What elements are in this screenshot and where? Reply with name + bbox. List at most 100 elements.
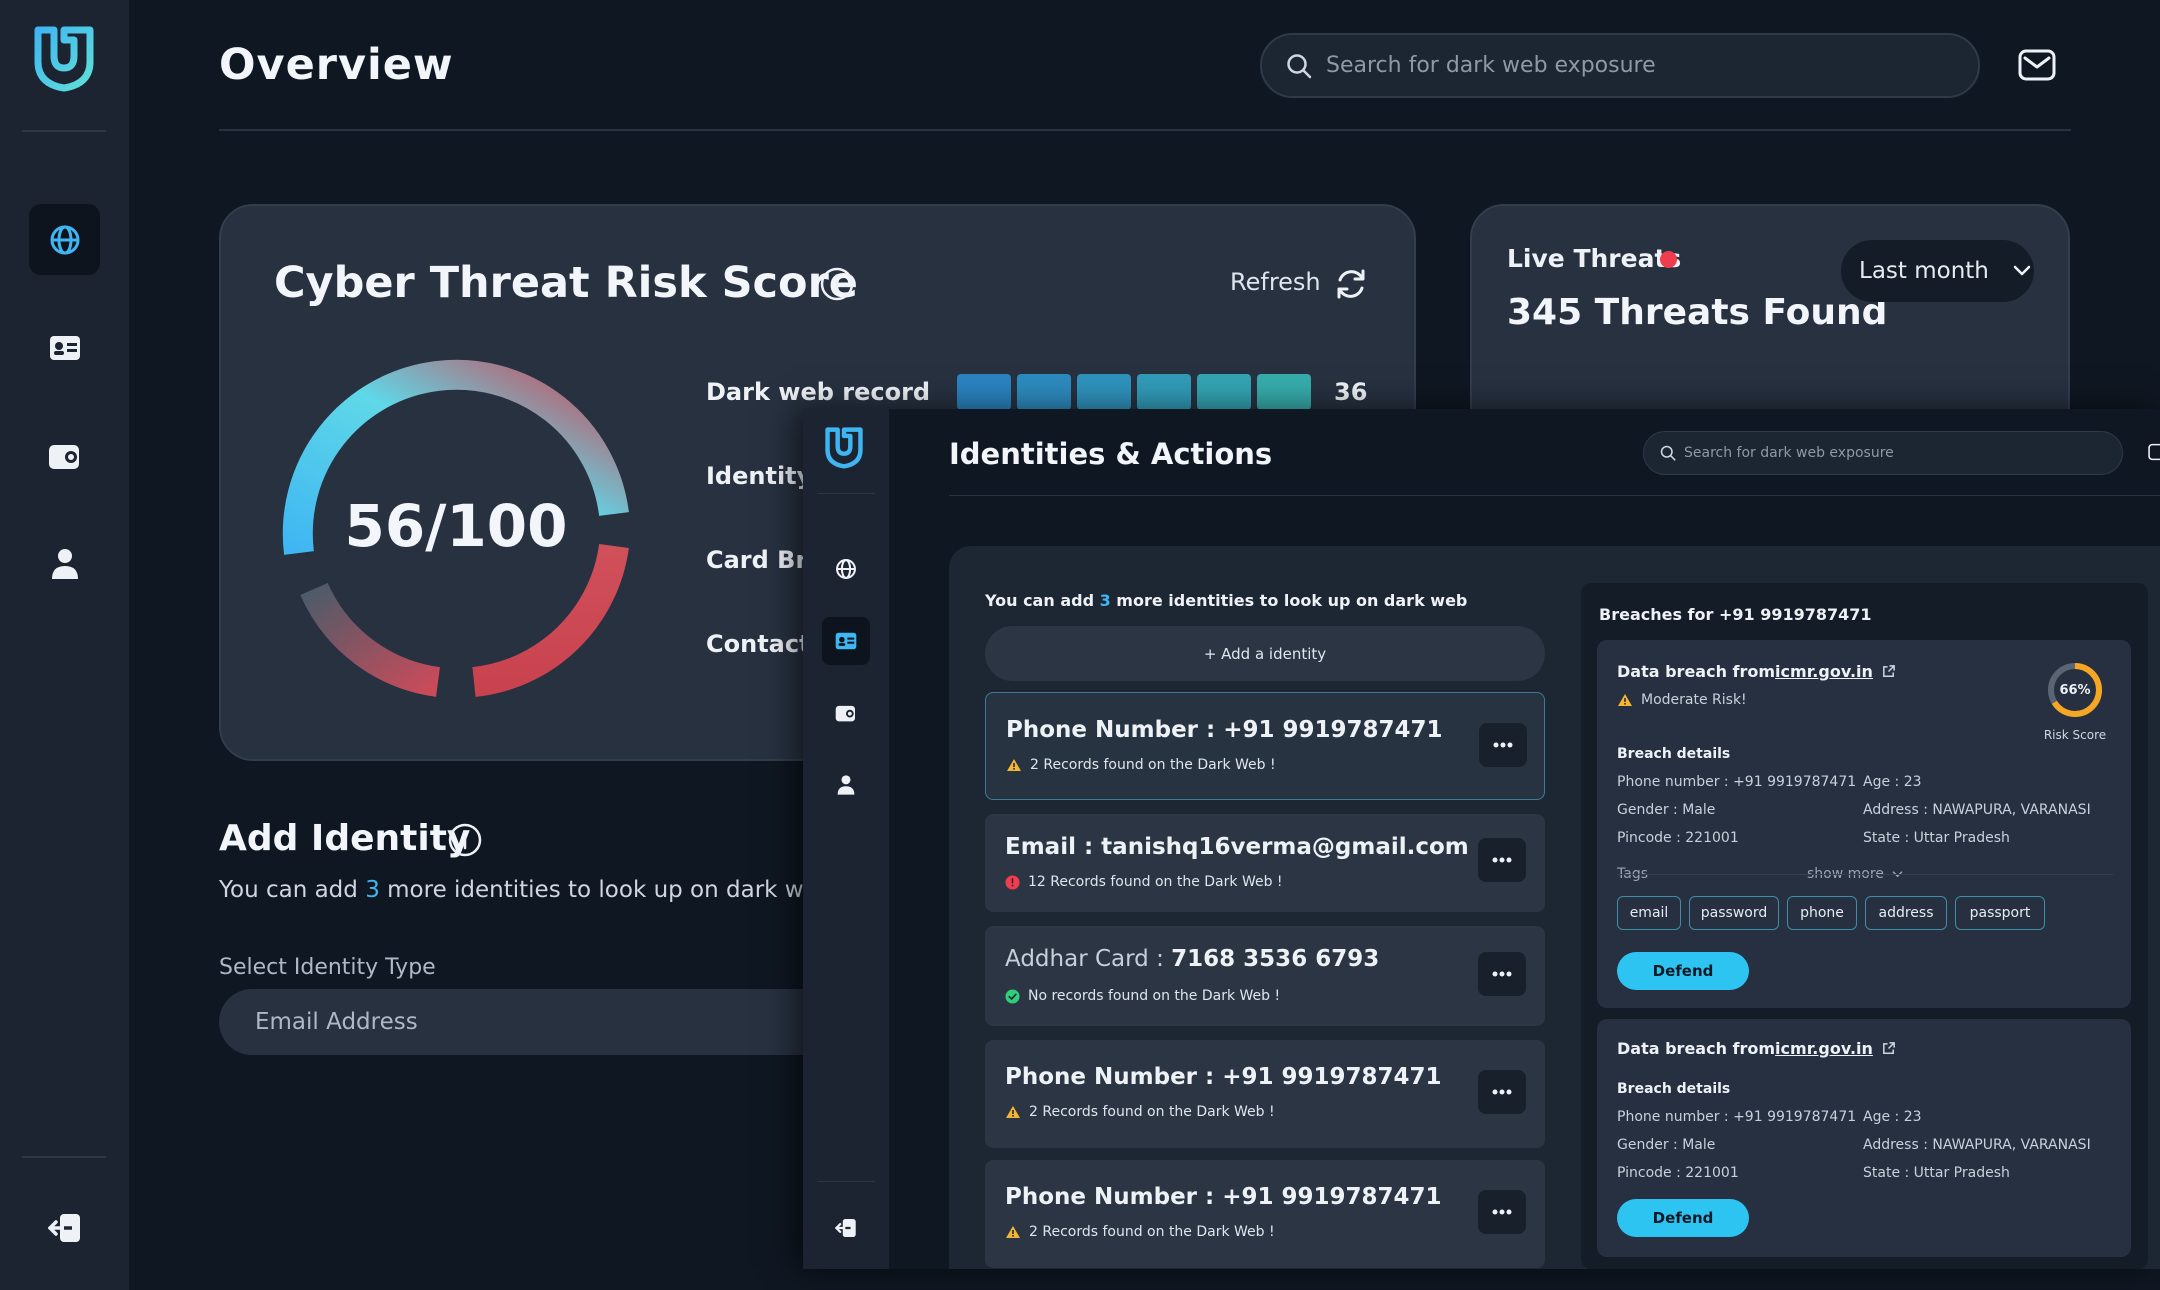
add-identity-title: Add Identity bbox=[219, 818, 471, 859]
breach-title: Data breach from icmr.gov.in bbox=[1617, 662, 1896, 681]
breach-gender: Gender : Male bbox=[1617, 802, 1716, 818]
identity-card[interactable]: Phone Number : +91 9919787471 2 Records … bbox=[985, 1160, 1545, 1268]
identity-card[interactable]: Phone Number : +91 9919787471 2 Records … bbox=[985, 1040, 1545, 1148]
external-link-icon[interactable] bbox=[1881, 1041, 1896, 1056]
id-card-icon bbox=[835, 632, 857, 650]
breach-state: State : Uttar Pradesh bbox=[1863, 830, 2010, 846]
tag[interactable]: phone bbox=[1787, 896, 1857, 930]
identities-panel: You can add 3 more identities to look up… bbox=[949, 546, 2160, 1269]
refresh-button[interactable]: Refresh bbox=[1230, 268, 1321, 296]
identity-card[interactable]: Email : tanishq16verma@gmail.com 12 Reco… bbox=[985, 814, 1545, 912]
identity-status: 12 Records found on the Dark Web ! bbox=[1005, 874, 1283, 890]
breach-gender: Gender : Male bbox=[1617, 1137, 1716, 1153]
logout-button[interactable] bbox=[822, 1204, 870, 1252]
more-icon bbox=[1492, 1089, 1512, 1095]
add-identity-button[interactable]: + Add a identity bbox=[985, 626, 1545, 681]
wallet-icon bbox=[835, 705, 855, 722]
defend-button[interactable]: Defend bbox=[1617, 1199, 1749, 1237]
header-divider bbox=[949, 495, 2160, 496]
user-icon bbox=[51, 548, 78, 579]
info-icon[interactable] bbox=[447, 822, 483, 862]
period-dropdown[interactable]: Last month bbox=[1841, 240, 2034, 302]
bar-segment bbox=[1077, 374, 1131, 410]
period-value: Last month bbox=[1859, 258, 1989, 284]
warning-icon bbox=[1618, 694, 1632, 706]
sidebar-item-identities[interactable] bbox=[822, 617, 870, 665]
identity-name: Phone Number : +91 9919787471 bbox=[1006, 717, 1443, 743]
breach-title: Data breach from icmr.gov.in bbox=[1617, 1039, 1896, 1058]
info-icon[interactable] bbox=[819, 266, 855, 306]
bar-segment bbox=[1017, 374, 1071, 410]
more-options-button[interactable] bbox=[1478, 1190, 1526, 1234]
breach-age: Age : 23 bbox=[1863, 774, 1922, 790]
identity-card[interactable]: Phone Number : +91 9919787471 2 Records … bbox=[985, 692, 1545, 800]
sidebar-divider bbox=[817, 1181, 875, 1182]
tag[interactable]: email bbox=[1617, 896, 1681, 930]
sidebar-item-profile[interactable] bbox=[29, 528, 100, 599]
more-options-button[interactable] bbox=[1479, 723, 1527, 767]
sidebar-item-wallet[interactable] bbox=[822, 689, 870, 737]
check-icon bbox=[1005, 988, 1020, 1004]
dark-web-segment-bar bbox=[957, 374, 1311, 410]
id-card-icon bbox=[49, 335, 80, 360]
messages-button[interactable] bbox=[2018, 49, 2056, 83]
defend-button[interactable]: Defend bbox=[1617, 952, 1749, 990]
search-input[interactable]: Search for dark web exposure bbox=[1260, 33, 1980, 98]
sidebar-item-identities[interactable] bbox=[29, 312, 100, 383]
identity-status: 2 Records found on the Dark Web ! bbox=[1005, 1224, 1275, 1240]
logout-icon bbox=[47, 1213, 80, 1242]
sidebar-item-wallet[interactable] bbox=[29, 420, 100, 491]
risk-score-percent: 66% bbox=[2059, 682, 2091, 698]
breach-source-link[interactable]: icmr.gov.in bbox=[1775, 1039, 1873, 1058]
identity-status: No records found on the Dark Web ! bbox=[1005, 988, 1280, 1004]
breach-phone: Phone number : +91 9919787471 bbox=[1617, 774, 1857, 790]
threat-count: 345 Threats Found bbox=[1507, 292, 1888, 333]
identity-name: Phone Number : +91 9919787471 bbox=[1005, 1064, 1442, 1090]
metric-label-dark-web: Dark web record bbox=[706, 378, 931, 406]
tag[interactable]: passport bbox=[1955, 896, 2045, 930]
mail-icon[interactable] bbox=[2148, 443, 2160, 465]
sidebar-item-profile[interactable] bbox=[822, 761, 870, 809]
breach-state: State : Uttar Pradesh bbox=[1863, 1165, 2010, 1181]
shield-logo-icon bbox=[34, 26, 94, 92]
identity-name: Phone Number : +91 9919787471 bbox=[1005, 1184, 1442, 1210]
more-options-button[interactable] bbox=[1478, 952, 1526, 996]
search-input[interactable]: Search for dark web exposure bbox=[1643, 431, 2123, 475]
identity-card[interactable]: Addhar Card : 7168 3536 6793 No records … bbox=[985, 926, 1545, 1026]
user-icon bbox=[837, 775, 855, 795]
risk-score-gauge: 56/100 bbox=[276, 346, 636, 710]
sidebar-item-globe[interactable] bbox=[822, 545, 870, 593]
tag[interactable]: address bbox=[1865, 896, 1947, 930]
external-link-icon[interactable] bbox=[1881, 664, 1896, 679]
breach-pincode: Pincode : 221001 bbox=[1617, 830, 1739, 846]
dark-web-record-count: 36 bbox=[1334, 378, 1368, 406]
search-icon bbox=[1287, 53, 1312, 78]
live-threats-title: Live Threats bbox=[1507, 244, 1682, 273]
breach-age: Age : 23 bbox=[1863, 1109, 1922, 1125]
identity-type-select[interactable]: Email Address bbox=[219, 989, 839, 1055]
breach-source-link[interactable]: icmr.gov.in bbox=[1775, 662, 1873, 681]
sidebar-divider bbox=[817, 493, 875, 494]
chevron-down-icon bbox=[2013, 265, 2031, 276]
search-placeholder: Search for dark web exposure bbox=[1326, 53, 1656, 78]
identities-actions-window: Identities & Actions Search for dark web… bbox=[803, 409, 2160, 1269]
alert-icon bbox=[1005, 874, 1020, 890]
warning-icon bbox=[1007, 759, 1021, 771]
metric-label-contact: Contact bbox=[706, 630, 811, 658]
identities-hint: You can add 3 more identities to look up… bbox=[985, 591, 1468, 610]
identity-name: Email : tanishq16verma@gmail.com bbox=[1005, 834, 1469, 860]
sidebar-item-globe[interactable] bbox=[29, 204, 100, 275]
search-icon bbox=[1660, 445, 1676, 461]
refresh-icon[interactable] bbox=[1333, 266, 1369, 306]
shield-logo-icon bbox=[825, 427, 863, 473]
tag[interactable]: password bbox=[1689, 896, 1779, 930]
more-options-button[interactable] bbox=[1478, 1070, 1526, 1114]
search-placeholder: Search for dark web exposure bbox=[1684, 445, 1894, 461]
logout-button[interactable] bbox=[29, 1192, 100, 1263]
identity-name: Addhar Card : 7168 3536 6793 bbox=[1005, 946, 1380, 972]
globe-icon bbox=[50, 225, 79, 254]
page-title: Overview bbox=[219, 40, 454, 90]
overlay-sidebar bbox=[803, 409, 889, 1269]
more-options-button[interactable] bbox=[1478, 838, 1526, 882]
bar-segment bbox=[957, 374, 1011, 410]
